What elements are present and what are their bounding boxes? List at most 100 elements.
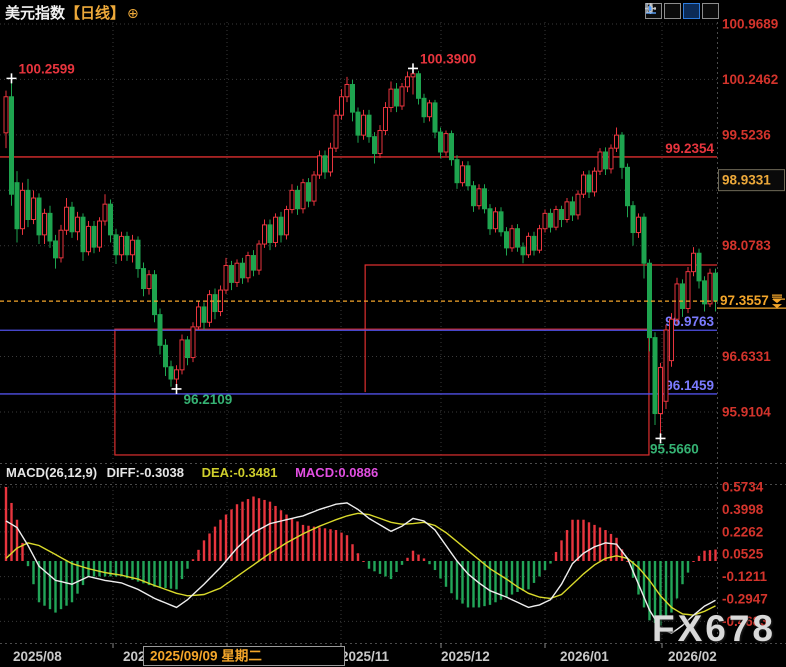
macd-histogram-bar: [522, 561, 524, 591]
candle-body: [37, 198, 41, 235]
price-alert-icon[interactable]: [772, 295, 785, 299]
macd-histogram-bar: [417, 555, 419, 561]
candle-body: [527, 236, 531, 254]
candle-body: [4, 97, 8, 133]
candle-body: [494, 212, 498, 229]
macd-axis-label: 0.5734: [722, 480, 764, 495]
price-marker-icon[interactable]: [772, 299, 782, 308]
candle-body: [433, 103, 437, 132]
candle-body: [131, 240, 135, 255]
candle-body: [455, 160, 459, 183]
macd-histogram-bar: [340, 533, 342, 561]
macd-histogram-bar: [670, 561, 672, 613]
candle-body: [202, 307, 206, 322]
candle-body: [609, 148, 613, 169]
snapshot-icon: [645, 3, 656, 14]
mark-cross-icon[interactable]: [408, 63, 418, 73]
price-chart-canvas[interactable]: 99.235496.976396.145997.3557100.9689100.…: [0, 0, 786, 667]
candle-body: [307, 183, 311, 201]
candle-body: [213, 295, 217, 312]
fit-x-axis-button[interactable]: [683, 3, 700, 19]
month-label: 2026/02: [668, 649, 717, 664]
macd-histogram-bar: [225, 515, 227, 561]
macd-axis-label: 0.3998: [722, 502, 764, 517]
macd-histogram-bar: [280, 510, 282, 561]
fit-y-axis-button[interactable]: [664, 3, 681, 19]
macd-histogram-bar: [428, 561, 430, 564]
candle-body: [554, 210, 558, 228]
macd-histogram-bar: [494, 561, 496, 602]
candle-body: [224, 266, 228, 291]
candle-body: [653, 338, 657, 414]
candle-body: [598, 152, 602, 171]
candle-body: [373, 137, 377, 154]
candle-body: [620, 135, 624, 167]
candle-body: [648, 263, 652, 337]
macd-histogram-bar: [527, 561, 529, 589]
candle-body: [428, 103, 432, 117]
macd-histogram-bar: [676, 561, 678, 598]
candle-body: [411, 74, 415, 77]
macd-histogram-bar: [296, 521, 298, 561]
macd-histogram-bar: [390, 561, 392, 579]
macd-histogram-bar: [159, 561, 161, 587]
month-label: 2025/12: [441, 649, 490, 664]
mark-cross-icon[interactable]: [172, 384, 182, 394]
expand-icon[interactable]: ⊕: [127, 5, 139, 21]
macd-histogram-bar: [219, 520, 221, 561]
candle-body: [285, 210, 289, 235]
mark-cross-icon[interactable]: [7, 73, 17, 83]
macd-histogram-bar: [247, 499, 249, 561]
candle-body: [312, 175, 316, 201]
candle-body: [664, 330, 668, 401]
macd-histogram-bar: [148, 561, 150, 585]
diff-line: [6, 503, 716, 633]
boxed-price-label: 98.9331: [722, 173, 771, 188]
candle-body: [186, 340, 190, 358]
macd-histogram-bar: [544, 561, 546, 570]
macd-histogram-bar: [313, 527, 315, 561]
macd-histogram-bar: [357, 553, 359, 561]
snapshot-button[interactable]: [702, 3, 719, 19]
macd-histogram-bar: [615, 538, 617, 561]
candle-body: [714, 273, 718, 301]
macd-value-label: MACD:0.0886: [295, 465, 378, 480]
high-annotation-label: 100.2599: [19, 61, 75, 76]
candle-body: [208, 295, 212, 323]
macd-histogram-bar: [406, 558, 408, 561]
candle-body: [593, 171, 597, 192]
candle-body: [521, 247, 525, 255]
month-label: 2026/01: [560, 649, 609, 664]
macd-histogram-bar: [384, 561, 386, 576]
macd-histogram-bar: [192, 559, 194, 561]
candle-body: [400, 87, 404, 106]
candle-body: [76, 217, 80, 232]
candle-body: [32, 198, 36, 219]
candle-body: [356, 112, 360, 135]
candle-body: [626, 167, 630, 205]
candle-body: [697, 253, 701, 281]
macd-histogram-bar: [368, 561, 370, 569]
macd-axis-label: -0.1211: [722, 569, 768, 584]
candle-body: [323, 156, 327, 172]
macd-histogram-bar: [82, 561, 84, 585]
macd-histogram-bar: [43, 561, 45, 606]
macd-histogram-bar: [604, 530, 606, 561]
macd-histogram-bar: [412, 551, 414, 561]
macd-axis-label: 0.2262: [722, 524, 763, 539]
chart-title: 美元指数【日线】⊕: [5, 2, 139, 23]
macd-histogram-bar: [351, 544, 353, 561]
candle-body: [340, 97, 344, 115]
macd-histogram-bar: [236, 504, 238, 561]
candle-body: [681, 284, 685, 309]
candle-body: [532, 236, 536, 250]
candle-body: [268, 225, 272, 243]
macd-histogram-bar: [71, 561, 73, 602]
macd-histogram-bar: [549, 561, 551, 564]
price-axis-label: 96.6331: [722, 349, 771, 364]
macd-histogram-bar: [593, 525, 595, 561]
low-annotation-label: 95.5660: [650, 441, 699, 456]
candle-body: [549, 213, 553, 227]
time-axis[interactable]: 2025/082025/092025/102025/112025/122026/…: [13, 643, 717, 666]
macd-histogram-bar: [252, 497, 254, 562]
